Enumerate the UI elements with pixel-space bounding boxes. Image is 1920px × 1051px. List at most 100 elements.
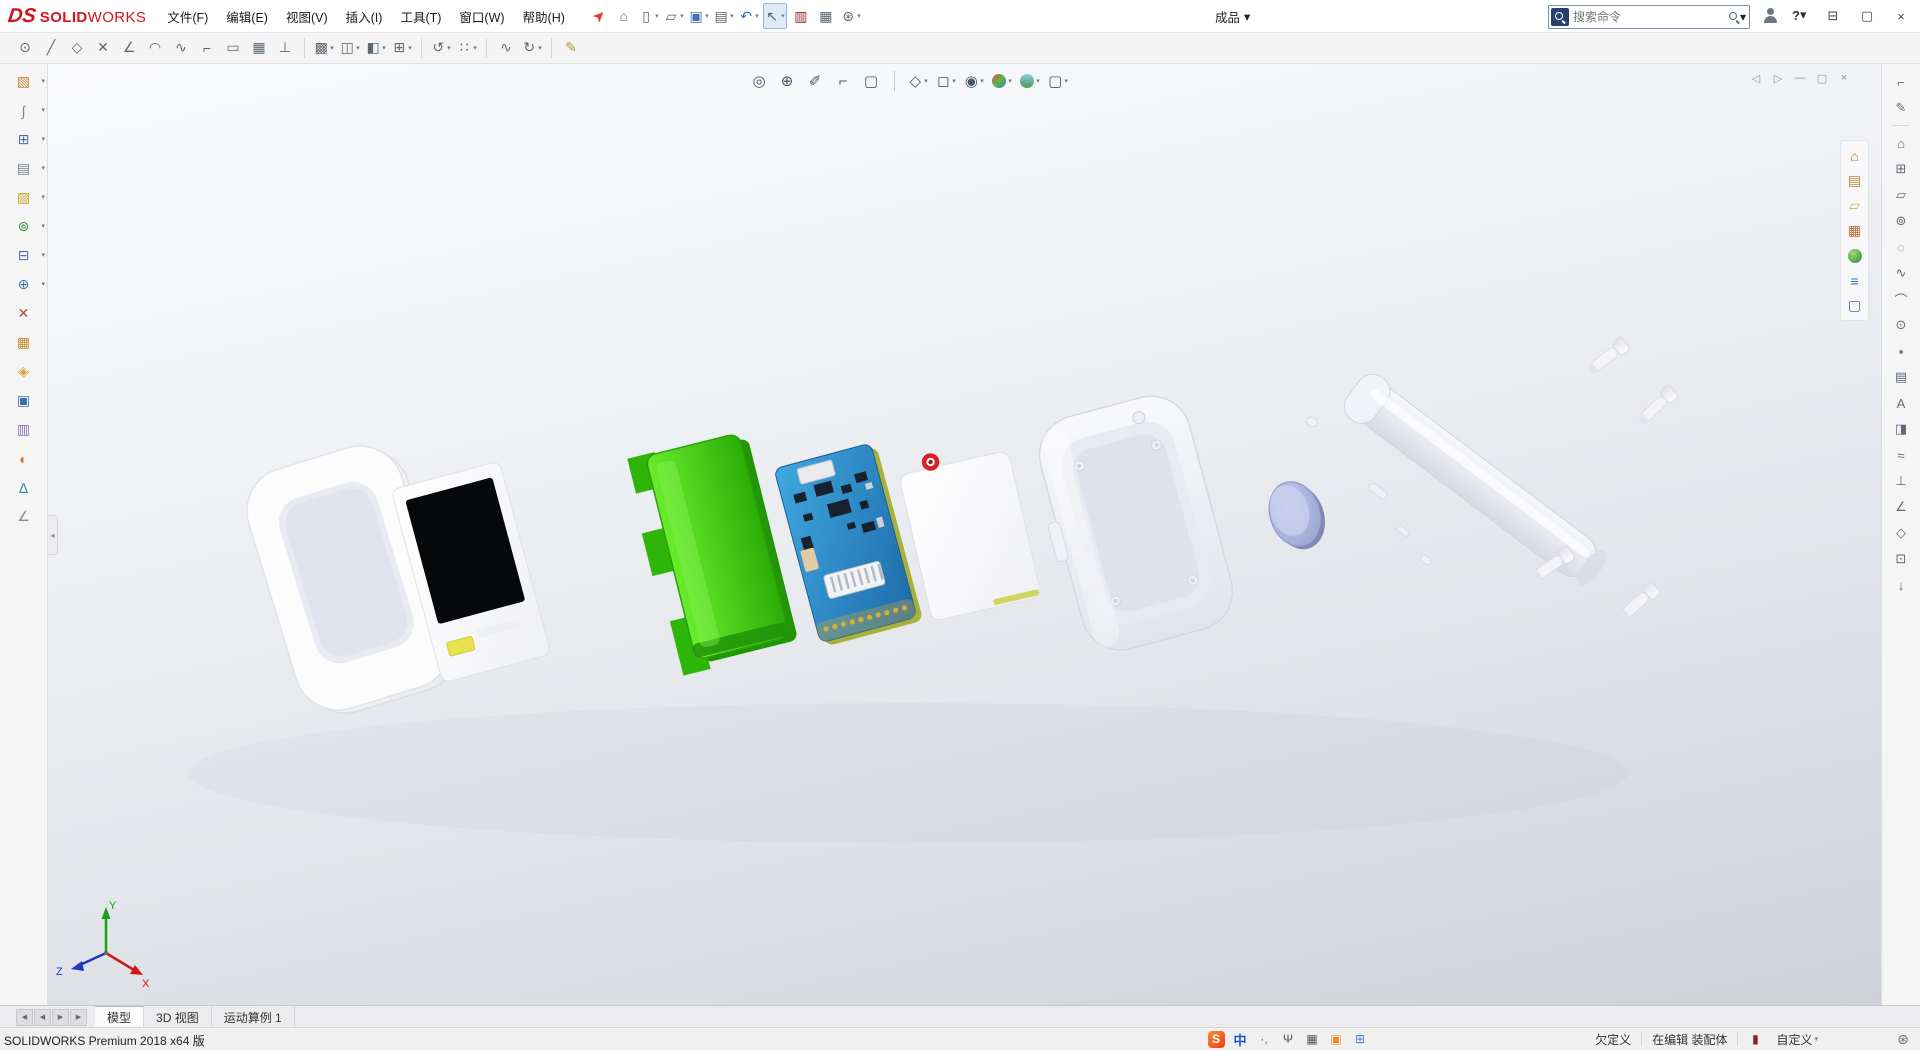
- part-battery-cover[interactable]: [623, 429, 799, 677]
- convert-entities-icon[interactable]: ▩ ▾: [311, 36, 337, 60]
- open-document-icon[interactable]: ▱ ▾: [663, 4, 685, 28]
- part-case-back[interactable]: [1022, 387, 1242, 661]
- solid-dot-icon[interactable]: ▪: [1882, 338, 1920, 364]
- pattern-icon-dropdown[interactable]: ▾: [41, 135, 45, 143]
- part-pcb[interactable]: [774, 442, 923, 648]
- annotation-text-icon[interactable]: A: [1882, 390, 1920, 416]
- rotate-entities-icon[interactable]: ↺ ▾: [428, 36, 454, 60]
- delete-icon[interactable]: ✕: [0, 299, 47, 328]
- sogou-input-icon[interactable]: S: [1206, 1029, 1226, 1049]
- linear-sketch-pattern-icon[interactable]: ⊞ ▾: [389, 36, 415, 60]
- redo-icon[interactable]: ↻ ▾: [519, 36, 545, 60]
- appearance-icon-dropdown[interactable]: ▾: [41, 193, 45, 201]
- display-settings-icon[interactable]: ▦: [815, 4, 837, 28]
- mirror-entities-icon[interactable]: ◫ ▾: [337, 36, 363, 60]
- mate-icon-dropdown[interactable]: ▾: [41, 280, 45, 288]
- mirror-entities-icon-dropdown[interactable]: ▾: [356, 44, 360, 52]
- apply-scene-icon[interactable]: ▾: [1019, 69, 1041, 93]
- print-icon[interactable]: ▤ ▾: [713, 4, 735, 28]
- ime-toolbox-icon[interactable]: ▣: [1326, 1029, 1346, 1049]
- part-small-pin[interactable]: [1396, 524, 1411, 537]
- attachment-icon-dropdown[interactable]: ▾: [41, 106, 45, 114]
- dynamic-annotation-icon[interactable]: ▢: [860, 69, 882, 93]
- zoom-to-area-icon[interactable]: ⊕: [776, 69, 798, 93]
- document-title-dropdown[interactable]: ▾: [1244, 9, 1250, 24]
- smart-dimension-icon[interactable]: ∠: [116, 36, 142, 60]
- welcome-rocket-icon[interactable]: ➤: [588, 4, 610, 28]
- menu-insert[interactable]: 插入(I): [337, 0, 392, 32]
- menu-tools[interactable]: 工具(T): [391, 0, 450, 32]
- center-rectangle-icon[interactable]: ▭: [220, 36, 246, 60]
- menu-view[interactable]: 视图(V): [277, 0, 337, 32]
- file-explorer-icon[interactable]: ▱: [1882, 182, 1920, 208]
- hide-show-items-icon-dropdown[interactable]: ▾: [980, 77, 984, 85]
- undo-icon[interactable]: ↶ ▾: [738, 4, 760, 28]
- tab-model[interactable]: 模型: [95, 1005, 145, 1029]
- view-orientation-icon-dropdown[interactable]: ▾: [924, 77, 928, 85]
- zoom-fit-icon[interactable]: ◎: [748, 69, 770, 93]
- arc-icon[interactable]: ⌒: [1882, 286, 1920, 312]
- linear-sketch-pattern-icon-dropdown[interactable]: ▾: [408, 44, 412, 52]
- window-restore-icon[interactable]: ▢: [1856, 4, 1878, 28]
- part-coin-battery[interactable]: [1261, 474, 1333, 557]
- part-small-pin[interactable]: [1305, 416, 1319, 429]
- point-icon[interactable]: ⊙: [1882, 312, 1920, 338]
- window-close-icon[interactable]: ×: [1890, 4, 1912, 28]
- pin-taskpane-icon[interactable]: ⌐: [1882, 69, 1920, 95]
- home-icon[interactable]: ⌂: [613, 4, 635, 28]
- previous-view-icon[interactable]: ✐: [804, 69, 826, 93]
- view-orientation-icon[interactable]: ◇ ▾: [907, 69, 929, 93]
- status-settings-icon[interactable]: ⊛: [1892, 1027, 1914, 1051]
- new-document-icon-dropdown[interactable]: ▾: [655, 12, 659, 20]
- sign-in-icon[interactable]: [1760, 6, 1780, 26]
- diamond-icon[interactable]: ◇: [1882, 520, 1920, 546]
- part-screw[interactable]: [1635, 384, 1679, 427]
- render-icon[interactable]: ◐: [0, 444, 47, 473]
- ime-keyboard-icon[interactable]: ▦: [1302, 1029, 1322, 1049]
- dimension-icon[interactable]: ∠: [0, 502, 47, 531]
- rotate-entities-icon-dropdown[interactable]: ▾: [447, 44, 451, 52]
- part-small-pin[interactable]: [1368, 482, 1389, 500]
- open-document-icon-dropdown[interactable]: ▾: [680, 12, 684, 20]
- ime-punctuation-icon[interactable]: ·,: [1254, 1029, 1274, 1049]
- circle-tool-icon[interactable]: ⊙: [12, 36, 38, 60]
- spline-tool-icon[interactable]: ∿: [168, 36, 194, 60]
- edit-appearance-icon[interactable]: ▾: [991, 69, 1013, 93]
- attachment-icon[interactable]: ∫ ▾: [0, 96, 47, 125]
- offset-entities-icon[interactable]: ◧ ▾: [363, 36, 389, 60]
- print-icon-dropdown[interactable]: ▾: [730, 12, 734, 20]
- convert-entities-icon-dropdown[interactable]: ▾: [330, 44, 334, 52]
- part-screw[interactable]: [1617, 581, 1662, 623]
- arc-tool-icon[interactable]: ◠: [142, 36, 168, 60]
- surface-icon[interactable]: ≈: [1882, 442, 1920, 468]
- solidworks-resources-icon[interactable]: ⌂: [1841, 143, 1868, 168]
- ime-mic-icon[interactable]: Ψ: [1278, 1029, 1298, 1049]
- menu-window[interactable]: 窗口(W): [450, 0, 513, 32]
- markup-icon[interactable]: ✎: [1882, 95, 1920, 121]
- design-table-icon[interactable]: ▦: [0, 328, 47, 357]
- sketch-relations-icon[interactable]: ∷ ▾: [454, 36, 480, 60]
- hide-show-items-icon[interactable]: ◉ ▾: [963, 69, 985, 93]
- search-magnifier-icon[interactable]: ▾: [1728, 10, 1746, 24]
- minimize-document-icon[interactable]: —: [1793, 71, 1807, 85]
- view-home-icon[interactable]: ⌂: [1882, 130, 1920, 156]
- apply-scene-icon-dropdown[interactable]: ▾: [1036, 77, 1040, 85]
- tab-motion-study-1[interactable]: 运动算例 1: [212, 1006, 295, 1028]
- status-customize[interactable]: 自定义 ▾: [1770, 1028, 1824, 1050]
- menu-help[interactable]: 帮助(H): [514, 0, 574, 32]
- design-library-icon[interactable]: ▤: [1841, 168, 1868, 193]
- polygon-tool-icon[interactable]: ◇: [64, 36, 90, 60]
- close-document-icon[interactable]: ×: [1837, 71, 1851, 85]
- document-title[interactable]: 成品 ▾: [1215, 0, 1250, 32]
- window-minimize-icon[interactable]: ⊟: [1822, 4, 1844, 28]
- section-tool-icon-dropdown[interactable]: ▾: [41, 251, 45, 259]
- featuremanager-collapse-handle[interactable]: ◂: [48, 515, 58, 555]
- graphics-area[interactable]: ◎ ⊕ ✐ ⌐ ▢ ◇ ▾ ◻ ▾ ◉ ▾ ▾ ▾ ▢ ▾ ◁ ▷ — ▢ × ◂: [48, 63, 1881, 1006]
- select-icon[interactable]: ↖ ▾: [762, 3, 787, 29]
- library-icon[interactable]: ▥: [0, 415, 47, 444]
- motion-icon-dropdown[interactable]: ▾: [41, 222, 45, 230]
- select-icon-dropdown[interactable]: ▾: [781, 12, 785, 20]
- forum-icon[interactable]: ▢: [1841, 293, 1868, 318]
- status-customize-dropdown[interactable]: ▾: [1814, 1035, 1818, 1043]
- previous-window-icon[interactable]: ◁: [1749, 71, 1763, 85]
